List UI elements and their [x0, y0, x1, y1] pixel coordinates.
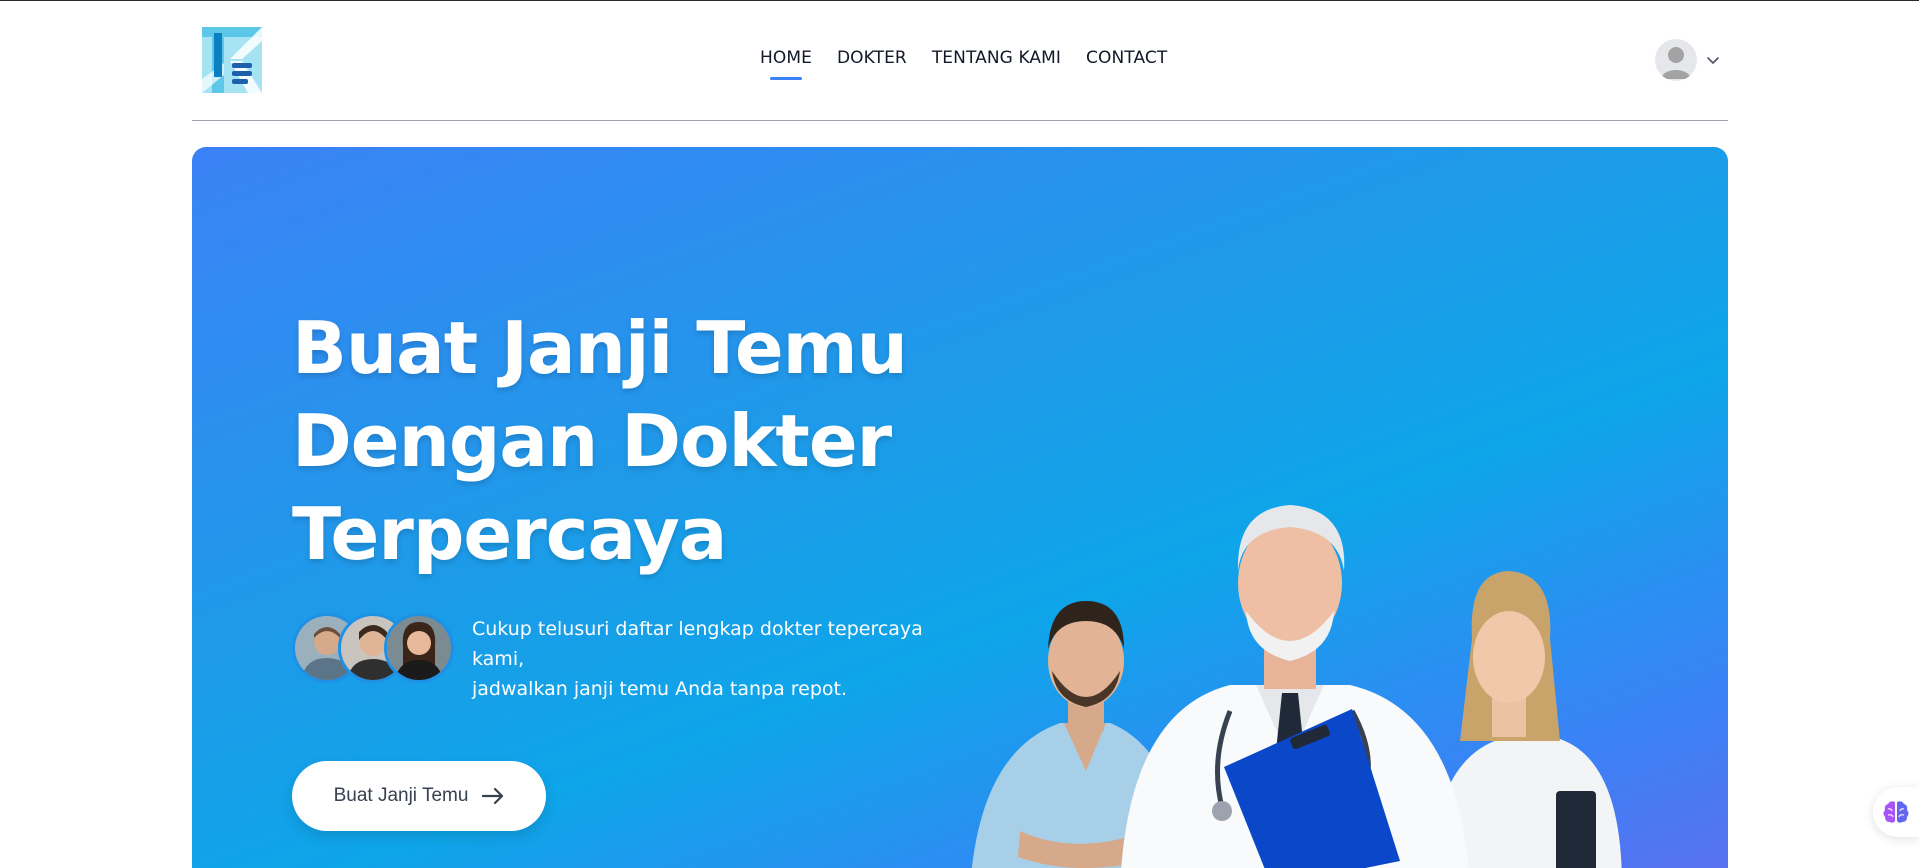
- doctor-avatars-group: [292, 613, 454, 683]
- chevron-down-icon[interactable]: [1705, 52, 1721, 68]
- book-appointment-button[interactable]: Buat Janji Temu: [292, 761, 546, 831]
- hero-description-line: Cukup telusuri daftar lengkap dokter tep…: [472, 618, 923, 670]
- assistant-widget-button[interactable]: [1873, 787, 1919, 837]
- brain-icon: [1883, 801, 1909, 823]
- hero-banner: Buat Janji Temu Dengan Dokter Terpercaya…: [192, 147, 1728, 868]
- site-header: HOME DOKTER TENTANG KAMI CONTACT: [192, 0, 1728, 121]
- nav-item-dokter[interactable]: DOKTER: [837, 48, 907, 68]
- doctors-illustration: [971, 505, 1622, 868]
- book-appointment-label: Buat Janji Temu: [333, 785, 469, 806]
- nav-item-contact[interactable]: CONTACT: [1086, 48, 1167, 68]
- hero-description: Cukup telusuri daftar lengkap dokter tep…: [472, 614, 952, 704]
- hero-title: Buat Janji Temu Dengan Dokter Terpercaya: [292, 302, 992, 581]
- doctor-figure-center: [1121, 505, 1469, 868]
- user-avatar-icon[interactable]: [1655, 39, 1697, 81]
- nav-item-home[interactable]: HOME: [760, 48, 812, 80]
- hero-title-line: Buat Janji Temu: [292, 306, 908, 390]
- hero-title-line: Terpercaya: [292, 492, 727, 576]
- arrow-right-icon: [482, 788, 504, 804]
- hero-title-line: Dengan Dokter: [292, 399, 892, 483]
- hero-description-line: jadwalkan janji temu Anda tanpa repot.: [472, 678, 848, 700]
- brand-logo[interactable]: [202, 27, 262, 93]
- main-nav: HOME DOKTER TENTANG KAMI CONTACT: [760, 48, 1167, 80]
- nav-item-tentang-kami[interactable]: TENTANG KAMI: [932, 48, 1061, 68]
- doctor-avatar: [384, 613, 454, 683]
